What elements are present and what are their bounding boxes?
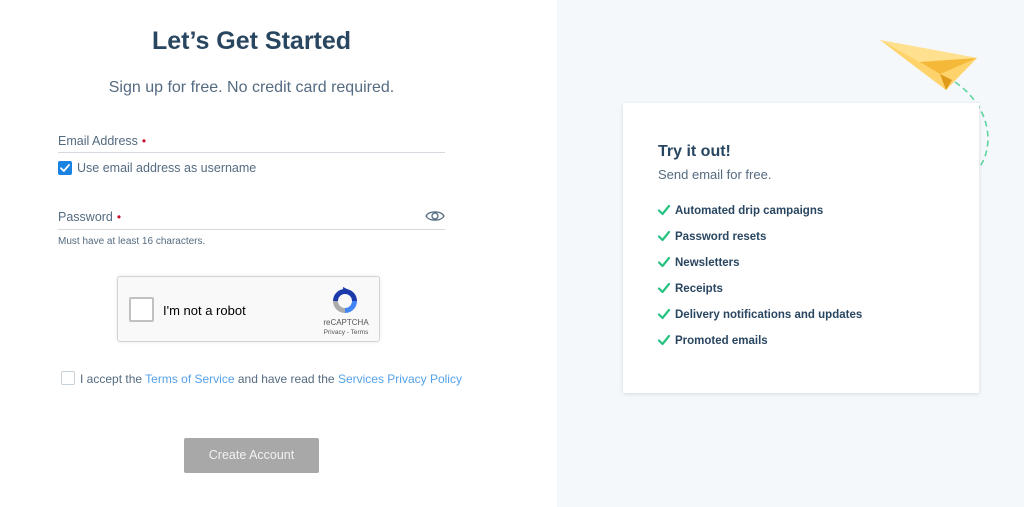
recaptcha-checkbox[interactable]	[129, 297, 154, 322]
terms-middle: and have read the	[234, 372, 338, 386]
checkmark-icon	[658, 308, 670, 320]
recaptcha-links[interactable]: Privacy - Terms	[318, 329, 374, 336]
feature-label: Delivery notifications and updates	[675, 309, 863, 321]
terms-text: I accept the Terms of Service and have r…	[80, 372, 462, 386]
page-subtitle: Sign up for free. No credit card require…	[108, 79, 395, 96]
required-marker: •	[141, 134, 147, 148]
card-title: Try it out!	[658, 143, 731, 160]
password-field-label: Password •	[58, 210, 121, 224]
recaptcha-icon	[333, 287, 357, 313]
page-title: Let’s Get Started	[151, 27, 352, 55]
password-field[interactable]	[58, 229, 445, 230]
checkmark-icon	[658, 256, 670, 268]
email-field-label: Email Address •	[58, 134, 146, 148]
recaptcha-label: I'm not a robot	[163, 303, 246, 318]
checkmark-icon	[658, 230, 670, 242]
required-marker: •	[116, 210, 122, 224]
feature-label: Receipts	[675, 283, 723, 295]
feature-label: Password resets	[675, 231, 767, 243]
password-label-text: Password	[58, 210, 113, 224]
paper-plane-icon	[880, 40, 977, 90]
signup-panel: Let’s Get Started Sign up for free. No c…	[0, 0, 557, 507]
checkmark-icon	[658, 282, 670, 294]
terms-of-service-link[interactable]: Terms of Service	[145, 372, 234, 386]
checkmark-icon	[658, 204, 670, 216]
create-account-button[interactable]: Create Account	[184, 438, 319, 473]
terms-prefix: I accept the	[80, 372, 146, 386]
feature-label: Newsletters	[675, 257, 740, 269]
recaptcha-brand: reCAPTCHA	[323, 318, 369, 327]
card-subtitle: Send email for free.	[658, 167, 772, 182]
feature-label: Promoted emails	[675, 335, 768, 347]
email-field[interactable]	[58, 152, 445, 153]
eye-icon[interactable]	[425, 209, 445, 223]
feature-label: Automated drip campaigns	[675, 205, 824, 217]
checkmark-icon	[658, 334, 670, 346]
password-hint: Must have at least 16 characters.	[58, 236, 206, 247]
use-email-username-checkbox[interactable]	[58, 161, 72, 175]
use-email-username-label[interactable]: Use email address as username	[77, 161, 256, 175]
terms-checkbox[interactable]	[61, 371, 75, 385]
privacy-policy-link[interactable]: Services Privacy Policy	[338, 372, 462, 386]
recaptcha-widget: I'm not a robot reCAPTCHA Privacy - Term…	[117, 276, 380, 342]
try-it-out-card: Try it out! Send email for free. Automat…	[623, 103, 979, 393]
checkmark-icon	[60, 164, 70, 172]
email-label-text: Email Address	[58, 134, 138, 148]
